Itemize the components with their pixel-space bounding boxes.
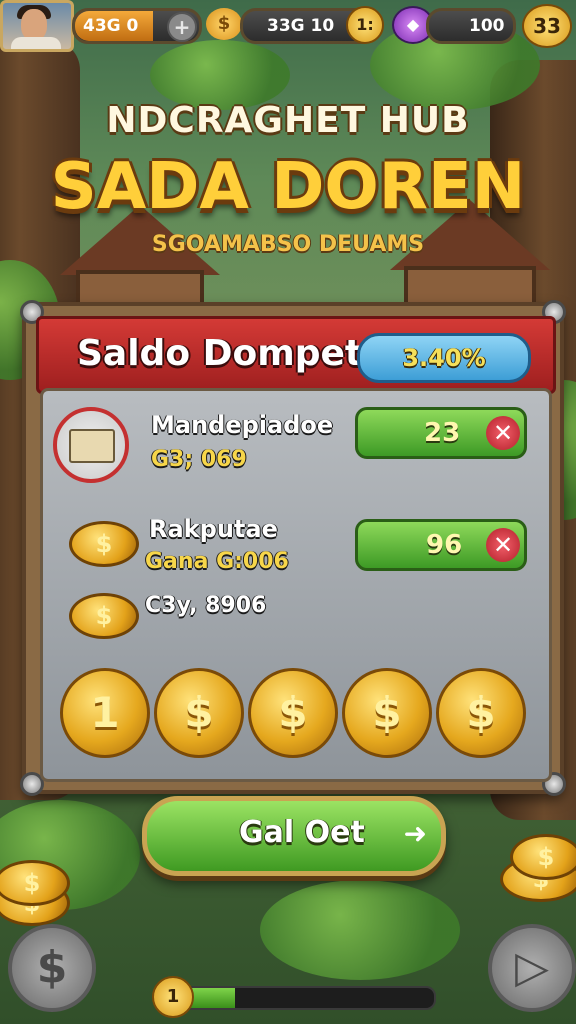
get-button-label: Gal Oet [239,815,365,850]
energy-stat-value: 43G 0 [83,16,139,36]
gems-stat-value: 100 [469,16,505,36]
wallet-header: Saldo Dompet 3.40% [36,316,556,394]
row-sub: C3y, 8906 [145,593,267,618]
row-value: 96 [426,530,463,560]
arrow-right-icon: ➜ [403,817,427,850]
row-sub: G3; 069 [151,447,247,472]
row-value-button[interactable]: 96 ✕ [355,519,527,571]
foliage [260,880,460,980]
row-value: 23 [424,418,461,448]
energy-stat: 43G 0 + [72,8,202,44]
plus-icon[interactable]: + [167,12,197,42]
wallet-title: Saldo Dompet [77,333,363,374]
row-name: Rakputae [149,515,278,543]
player-avatar[interactable] [0,0,74,52]
game-subtitle-top: NDCRAGHET HUB [106,100,470,141]
game-title: SADA DOREN [50,150,526,224]
map-shape [69,429,115,463]
coin-5[interactable]: $ [436,668,526,758]
avatar-body [11,37,61,49]
coin-4[interactable]: $ [342,668,432,758]
close-icon[interactable]: ✕ [486,528,520,562]
coins-icon: $ [206,8,242,40]
row-sub: Gana G:006 [145,549,289,574]
coin-stack-icon: $ [510,834,576,880]
get-button[interactable]: Gal Oet ➜ [142,796,446,876]
coin-icon: $ [69,521,139,567]
progress-badge: 1 [152,976,194,1018]
progress-bar [170,986,436,1010]
currency-badge[interactable]: 33 [522,4,572,48]
treasure-map-icon [53,407,129,483]
play-icon[interactable]: ▷ [488,924,576,1012]
coin-3[interactable]: $ [248,668,338,758]
wallet-balance: 3.40% [357,333,531,383]
top-status-bar: 43G 0 + $ 33G 10 1: ◆ 100 33 [0,0,576,52]
coins-badge: 1: [346,6,384,44]
row-name: Mandepiadoe [151,411,334,439]
gems-stat: 100 [426,8,516,44]
row-value-button[interactable]: 23 ✕ [355,407,527,459]
dollar-icon[interactable]: $ [8,924,96,1012]
coin-2[interactable]: $ [154,668,244,758]
coin-icon: $ [69,593,139,639]
coin-1[interactable]: 1 [60,668,150,758]
close-icon[interactable]: ✕ [486,416,520,450]
game-tagline: SGOAMABSO DEUAMS [151,232,425,257]
coins-stat-value: 33G 10 [267,16,335,36]
